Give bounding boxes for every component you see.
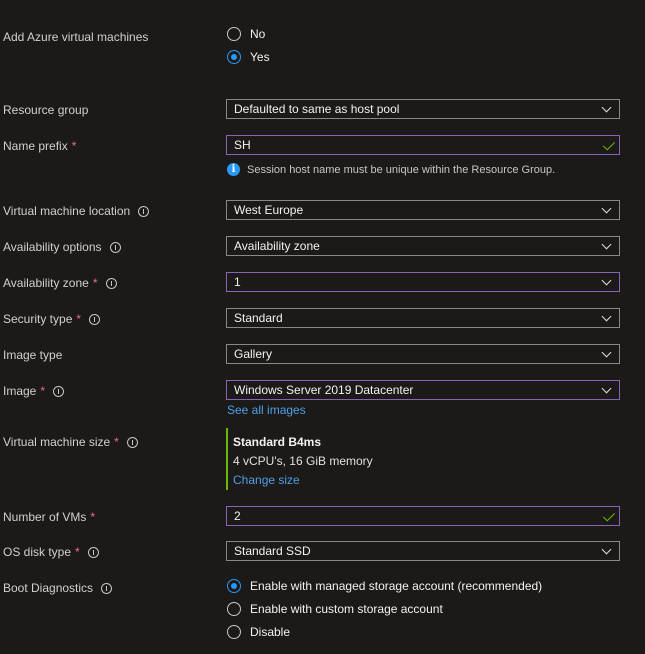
os-disk-label: OS disk type * xyxy=(3,544,99,560)
image-type-dropdown[interactable]: Gallery xyxy=(226,344,620,364)
info-icon[interactable] xyxy=(87,546,99,558)
chevron-down-icon xyxy=(601,203,612,214)
radio-label: Yes xyxy=(250,50,270,64)
os-disk-dropdown[interactable]: Standard SSD xyxy=(226,541,620,561)
name-prefix-label: Name prefix * xyxy=(3,139,77,153)
chevron-down-icon xyxy=(601,544,612,555)
resource-group-label: Resource group xyxy=(3,103,89,117)
security-type-label: Security type * xyxy=(3,311,101,327)
chevron-down-icon xyxy=(601,239,612,250)
vm-size-name: Standard B4ms xyxy=(233,435,322,449)
availability-zone-dropdown[interactable]: 1 xyxy=(226,272,620,292)
radio-icon xyxy=(227,602,241,616)
image-type-label: Image type xyxy=(3,348,63,362)
availability-options-label: Availability options xyxy=(3,239,121,255)
availability-zone-label: Availability zone * xyxy=(3,275,117,291)
checkmark-icon xyxy=(602,138,616,151)
checkmark-icon xyxy=(602,509,616,522)
resource-group-dropdown[interactable]: Defaulted to same as host pool xyxy=(226,99,620,119)
info-icon[interactable] xyxy=(105,277,117,289)
see-all-images-link[interactable]: See all images xyxy=(227,403,306,417)
add-vms-no-radio[interactable]: No xyxy=(227,26,265,42)
vm-size-label: Virtual machine size * xyxy=(3,434,138,450)
info-icon[interactable] xyxy=(89,313,101,325)
vm-location-dropdown[interactable]: West Europe xyxy=(226,200,620,220)
chevron-down-icon xyxy=(601,383,612,394)
boot-diag-custom-radio[interactable]: Enable with custom storage account xyxy=(227,601,443,617)
radio-icon xyxy=(227,625,241,639)
add-vms-label: Add Azure virtual machines xyxy=(3,30,149,44)
info-icon[interactable] xyxy=(53,385,65,397)
num-vms-label: Number of VMs * xyxy=(3,510,96,524)
availability-options-dropdown[interactable]: Availability zone xyxy=(226,236,620,256)
required-marker: * xyxy=(75,545,80,559)
vm-location-label: Virtual machine location xyxy=(3,203,150,219)
radio-selected-icon xyxy=(227,50,241,64)
radio-label: No xyxy=(250,27,266,41)
image-label: Image * xyxy=(3,383,65,399)
required-marker: * xyxy=(40,384,46,398)
radio-selected-icon xyxy=(227,579,241,593)
required-marker: * xyxy=(71,139,77,153)
image-dropdown[interactable]: Windows Server 2019 Datacenter xyxy=(226,380,620,400)
name-prefix-input[interactable]: SH xyxy=(226,135,620,155)
security-type-dropdown[interactable]: Standard xyxy=(226,308,620,328)
vm-size-spec: 4 vCPU's, 16 GiB memory xyxy=(233,454,373,468)
required-marker: * xyxy=(114,435,119,449)
info-icon[interactable] xyxy=(138,205,150,217)
required-marker: * xyxy=(76,312,82,326)
change-size-link[interactable]: Change size xyxy=(233,473,300,487)
radio-label: Enable with managed storage account (rec… xyxy=(250,579,543,593)
info-icon[interactable] xyxy=(126,436,138,448)
vm-size-summary: Standard B4ms 4 vCPU's, 16 GiB memory Ch… xyxy=(226,428,433,490)
boot-diagnostics-label: Boot Diagnostics xyxy=(3,580,113,596)
info-icon[interactable] xyxy=(109,241,121,253)
radio-icon xyxy=(227,27,241,41)
chevron-down-icon xyxy=(601,275,612,286)
chevron-down-icon xyxy=(601,347,612,358)
radio-label: Disable xyxy=(250,625,291,639)
chevron-down-icon xyxy=(601,102,612,113)
name-prefix-note: i Session host name must be unique withi… xyxy=(227,163,555,176)
add-vms-yes-radio[interactable]: Yes xyxy=(227,49,270,65)
required-marker: * xyxy=(92,276,98,290)
info-icon: i xyxy=(227,163,240,176)
boot-diag-disable-radio[interactable]: Disable xyxy=(227,624,290,640)
required-marker: * xyxy=(90,510,96,524)
num-vms-input[interactable]: 2 xyxy=(226,506,620,526)
chevron-down-icon xyxy=(601,311,612,322)
boot-diag-managed-radio[interactable]: Enable with managed storage account (rec… xyxy=(227,578,542,594)
radio-label: Enable with custom storage account xyxy=(250,602,443,616)
info-icon[interactable] xyxy=(101,582,113,594)
